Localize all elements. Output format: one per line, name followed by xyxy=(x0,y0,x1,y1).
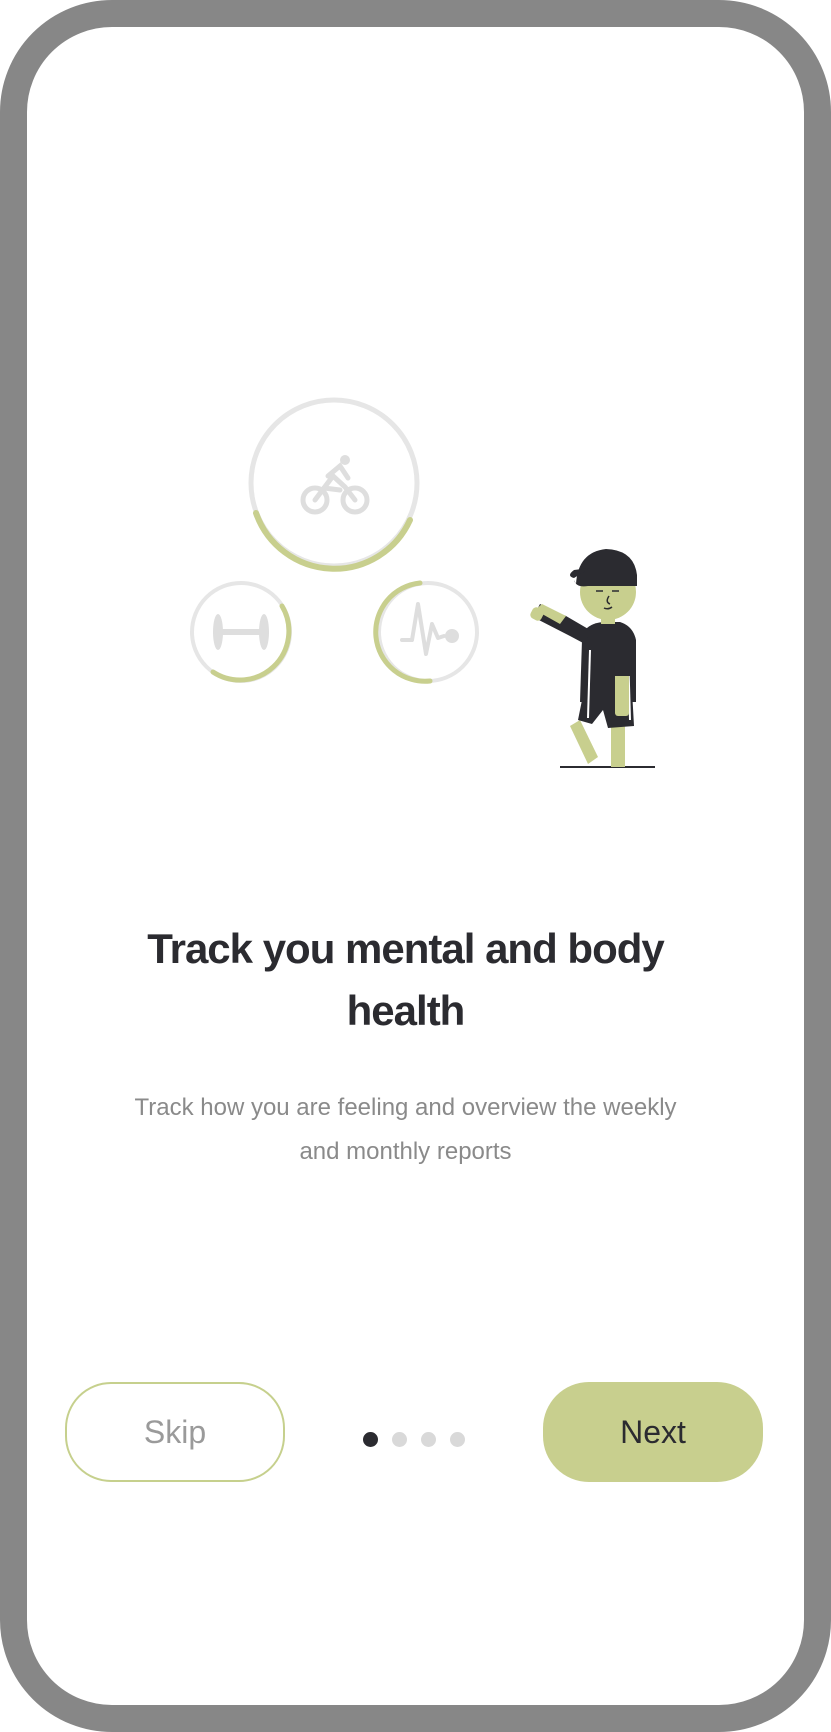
next-button[interactable]: Next xyxy=(543,1382,763,1482)
onboarding-title: Track you mental and body health xyxy=(147,925,664,1034)
page-dot-1[interactable] xyxy=(363,1432,378,1447)
heartbeat-icon xyxy=(400,602,459,656)
bicycle-activity-ring xyxy=(248,397,420,572)
dumbbell-icon xyxy=(213,614,269,650)
dumbbell-activity-ring xyxy=(190,581,292,683)
page-dot-2[interactable] xyxy=(392,1432,407,1447)
page-dot-4[interactable] xyxy=(450,1432,465,1447)
bicycle-icon xyxy=(300,455,370,515)
person-waving-illustration xyxy=(530,549,655,768)
page-dot-3[interactable] xyxy=(421,1432,436,1447)
onboarding-subtitle: Track how you are feeling and overview t… xyxy=(134,1094,677,1165)
heartbeat-activity-ring xyxy=(373,580,479,684)
onboarding-illustration xyxy=(190,397,655,768)
skip-button[interactable]: Skip xyxy=(65,1382,285,1482)
